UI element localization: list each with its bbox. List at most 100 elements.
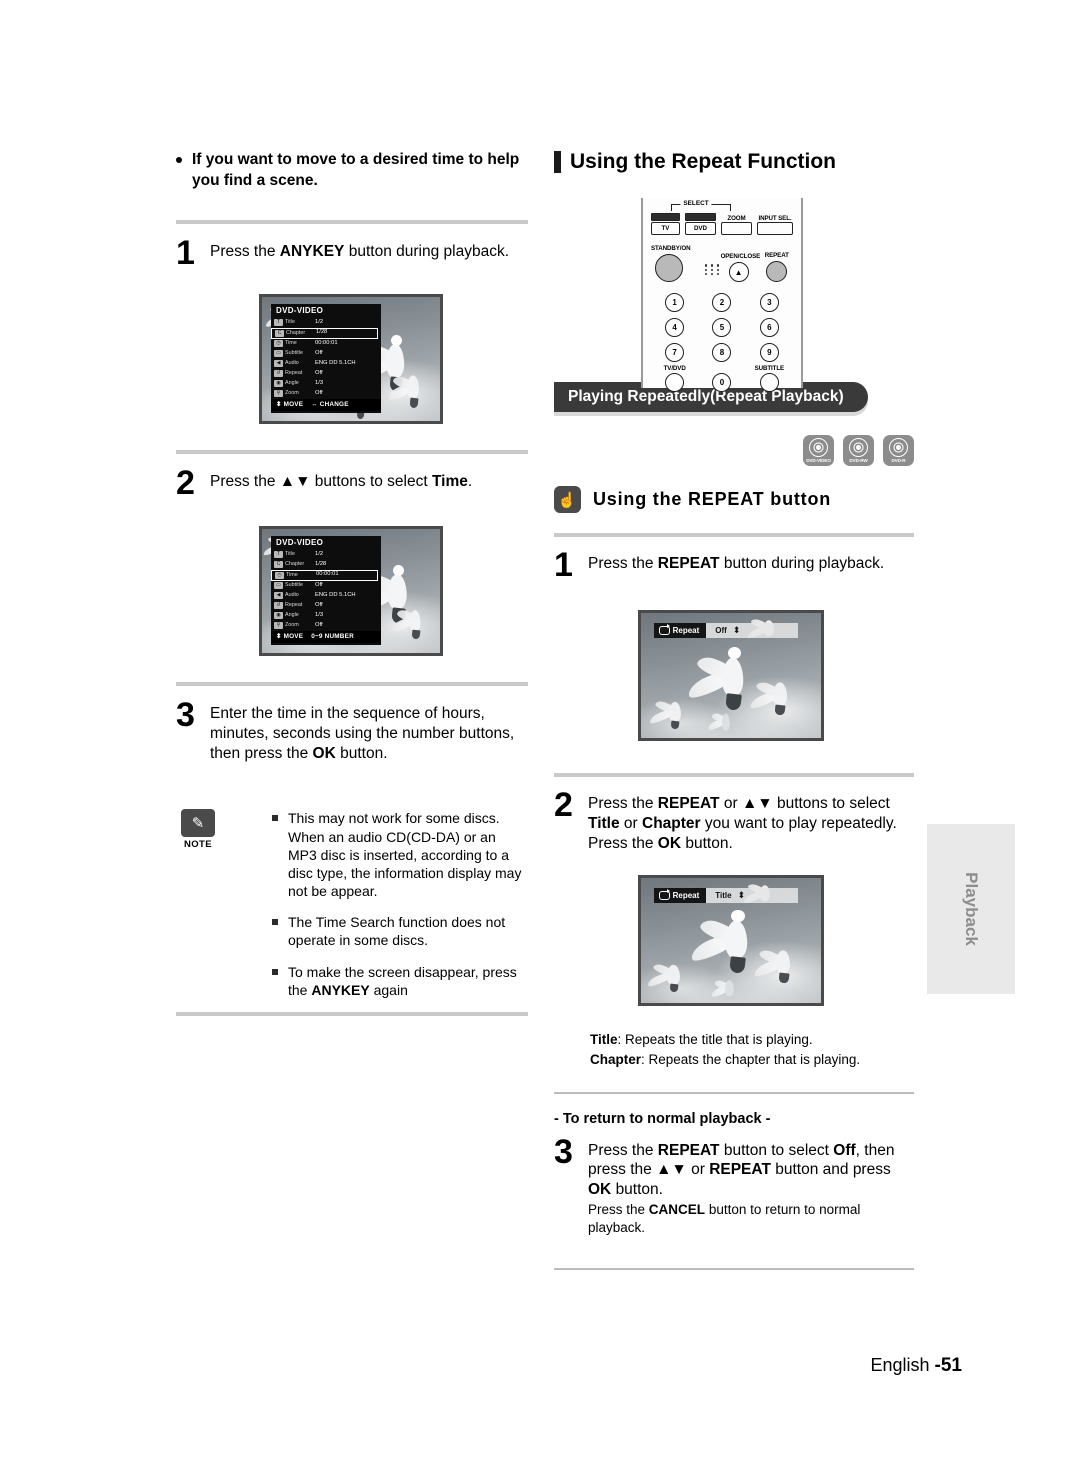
remote-key-5[interactable]: 5 bbox=[712, 318, 732, 337]
osd-row-angle[interactable]: ◉ Angle 1/3 bbox=[271, 611, 381, 621]
number-key-glyph: 0~9 bbox=[311, 632, 323, 640]
osd-row-time[interactable]: ◷ Time 00:00:01 bbox=[271, 339, 381, 349]
osd-row-repeat[interactable]: ↺ Repeat Off bbox=[271, 601, 381, 611]
seagull bbox=[748, 676, 807, 715]
move-key-glyph: ⬍ bbox=[276, 400, 282, 408]
remote-key-0[interactable]: 0 bbox=[712, 373, 732, 392]
repeat-label: REPEAT bbox=[764, 252, 789, 259]
osd-change-hint: ↔ CHANGE bbox=[311, 400, 349, 408]
osd-row-subtitle[interactable]: ▭ Subtitle Off bbox=[271, 349, 381, 359]
osd-row-repeat[interactable]: ↺ Repeat Off bbox=[271, 369, 381, 379]
remote-tv-dvd-button[interactable] bbox=[665, 373, 685, 392]
remote-key-2[interactable]: 2 bbox=[712, 293, 732, 312]
repeat-stepper-icon[interactable]: ⬍ bbox=[733, 626, 741, 635]
repeat-osd-tag: Repeat bbox=[653, 888, 707, 904]
osd-footer: ⬍ MOVE ↔ CHANGE bbox=[271, 398, 382, 412]
remote-standby-button[interactable] bbox=[655, 254, 683, 282]
audio-icon: ◀ bbox=[274, 592, 283, 600]
osd-rows: T Title 1/2 C Chapter 1/28 ◷ Time 00:00:01 ▭ Su… bbox=[271, 318, 381, 399]
tv-led-icon bbox=[651, 213, 680, 221]
left-column: If you want to move to a desired time to… bbox=[176, 150, 528, 1017]
r-step1-tail: button during playback. bbox=[723, 555, 885, 572]
remote-ir-dots bbox=[704, 264, 719, 282]
r-step3-line2-tail: button and bbox=[775, 1161, 849, 1179]
remote-dvd-button[interactable]: DVD bbox=[685, 222, 716, 235]
divider bbox=[176, 681, 528, 686]
remote-power-row: STANDBY/ON OPEN/CLOSE ▲ REPEAT bbox=[651, 245, 793, 282]
r-step3-keyword-off: Off bbox=[833, 1141, 856, 1159]
osd-row-chapter[interactable]: C Chapter 1/28 bbox=[271, 327, 379, 339]
r-step3-keyword-ok: OK bbox=[588, 1181, 612, 1199]
repeat-screenshot-1: Repeat Off ⬍ bbox=[638, 610, 824, 741]
note-item3-keyword: ANYKEY bbox=[311, 981, 370, 998]
osd-row-time[interactable]: ◷ Time 00:00:01 bbox=[271, 569, 379, 581]
step-number: 3 bbox=[554, 1132, 573, 1171]
step-text: Press the ANYKEY button during playback. bbox=[210, 243, 509, 260]
note-item: This may not work for some discs. When a… bbox=[272, 809, 528, 900]
remote-tv-button[interactable]: TV bbox=[651, 222, 680, 235]
step2-mid: buttons to select bbox=[314, 472, 428, 490]
sub-heading: ☝ Using the REPEAT button bbox=[554, 486, 914, 513]
r-step3-mid: button to select bbox=[723, 1141, 829, 1159]
osd-row-audio[interactable]: ◀ Audio ENG DD 5.1CH bbox=[271, 591, 381, 601]
osd-number-hint: 0~9 NUMBER bbox=[311, 632, 354, 640]
r-step3-line3-tail: button. bbox=[615, 1181, 663, 1199]
move-label: MOVE bbox=[283, 632, 304, 640]
osd-row-subtitle[interactable]: ▭ Subtitle Off bbox=[271, 581, 381, 591]
input-sel-label: INPUT SEL. bbox=[758, 215, 792, 222]
note-item3-tail: again bbox=[373, 981, 408, 998]
remote-input-sel-button[interactable] bbox=[757, 222, 793, 235]
remote-control-illustration: SELECT TV DVD ZOOM INPUT SEL. STANDBY/ON… bbox=[641, 198, 803, 392]
repeat-stepper-icon[interactable]: ⬍ bbox=[738, 891, 746, 900]
osd-row-zoom[interactable]: ⚲ Zoom Off bbox=[271, 389, 381, 399]
remote-key-4[interactable]: 4 bbox=[665, 318, 685, 337]
step3-keyword: OK bbox=[312, 744, 336, 762]
remote-key-1[interactable]: 1 bbox=[665, 293, 685, 312]
remote-repeat-button[interactable] bbox=[766, 261, 788, 282]
osd-row-title[interactable]: T Title 1/2 bbox=[271, 550, 381, 560]
r-step3-keyword-repeat2: REPEAT bbox=[709, 1161, 771, 1179]
step-text: Enter the time in the sequence of hours,… bbox=[210, 705, 514, 762]
osd-row-angle[interactable]: ◉ Angle 1/3 bbox=[271, 379, 381, 389]
remote-zoom-button[interactable] bbox=[721, 222, 752, 235]
updown-arrows-icon: ▲▼ bbox=[279, 472, 311, 490]
seagull bbox=[648, 696, 699, 730]
remote-subtitle-button[interactable] bbox=[759, 373, 779, 392]
definition-text: : Repeats the chapter that is playing. bbox=[641, 1052, 861, 1068]
osd-row-title[interactable]: T Title 1/2 bbox=[271, 318, 381, 328]
remote-key-3[interactable]: 3 bbox=[759, 293, 779, 312]
definition-title: Title: Repeats the title that is playing… bbox=[590, 1030, 914, 1050]
angle-icon: ◉ bbox=[274, 380, 283, 388]
zoom-icon: ⚲ bbox=[274, 622, 283, 630]
r-step2-line3-pre: Press the bbox=[588, 834, 654, 852]
clock-icon: ◷ bbox=[275, 571, 284, 579]
osd-disc-type: DVD-VIDEO bbox=[276, 537, 324, 547]
step2-pre: Press the bbox=[210, 472, 276, 490]
remote-key-6[interactable]: 6 bbox=[759, 318, 779, 337]
disc-icon-dvd-r: DVD-R bbox=[883, 435, 914, 466]
remote-key-8[interactable]: 8 bbox=[712, 343, 732, 362]
osd-move-hint: ⬍ MOVE bbox=[276, 632, 304, 640]
osd-disc-type: DVD-VIDEO bbox=[276, 305, 324, 315]
hand-press-icon: ☝ bbox=[554, 486, 581, 513]
bullet-dot-icon bbox=[176, 157, 182, 163]
remote-key-7[interactable]: 7 bbox=[665, 343, 685, 362]
osd-row-zoom[interactable]: ⚲ Zoom Off bbox=[271, 621, 381, 631]
disc-label: DVD-RW bbox=[849, 458, 868, 463]
intro-bullet-heading: If you want to move to a desired time to… bbox=[176, 150, 528, 192]
note-item: The Time Search function does not operat… bbox=[272, 913, 528, 949]
remote-bottom-row: TV/DVD 0 SUBTITLE bbox=[651, 365, 793, 392]
step1-pre: Press the bbox=[210, 242, 276, 260]
remote-open-close-button[interactable]: ▲ bbox=[728, 262, 749, 282]
osd-row-chapter[interactable]: C Chapter 1/28 bbox=[271, 560, 381, 570]
clock-icon: ◷ bbox=[274, 340, 283, 348]
change-label: CHANGE bbox=[319, 400, 349, 408]
osd-row-audio[interactable]: ◀ Audio ENG DD 5.1CH bbox=[271, 359, 381, 369]
tv-dvd-label: TV/DVD bbox=[663, 365, 686, 372]
r-step3-note: Press the CANCEL button to return to nor… bbox=[588, 1201, 914, 1237]
definitions: Title: Repeats the title that is playing… bbox=[590, 1030, 914, 1069]
title-icon: T bbox=[274, 551, 283, 559]
remote-key-9[interactable]: 9 bbox=[759, 343, 779, 362]
note-label: NOTE bbox=[184, 839, 212, 851]
right-step-2: 2 Press the REPEAT or ▲▼ buttons to sele… bbox=[554, 788, 914, 853]
